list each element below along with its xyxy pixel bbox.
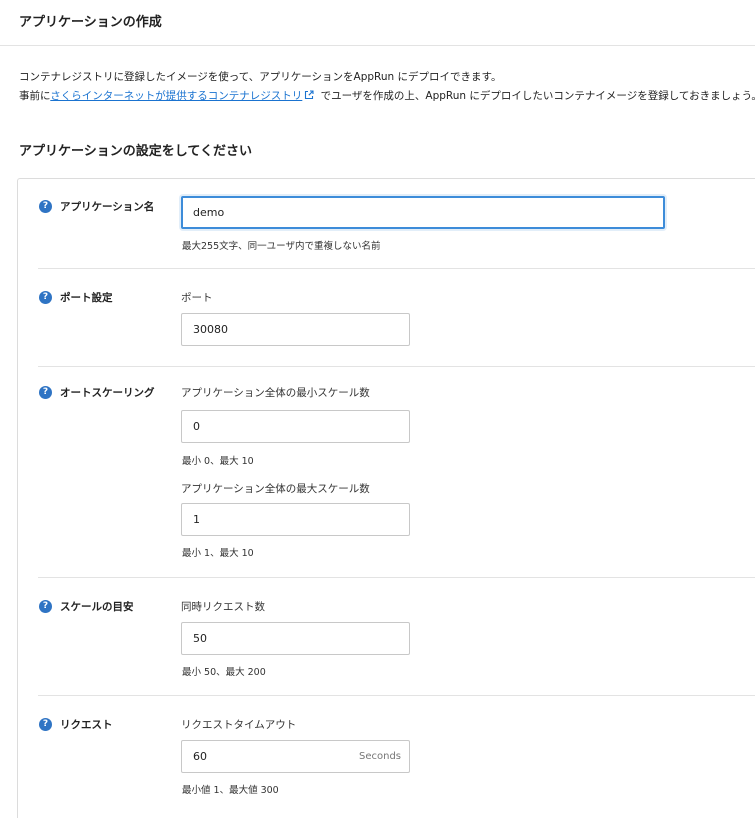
- request-timeout-label: リクエストタイムアウト: [181, 719, 297, 731]
- intro-prefix: 事前に: [19, 90, 51, 102]
- external-link-icon[interactable]: [304, 90, 314, 100]
- help-circle-icon[interactable]: ?: [39, 200, 52, 213]
- port-field-label: ポート: [181, 292, 213, 304]
- port-label: ポート設定: [60, 292, 113, 304]
- port-input[interactable]: 30080: [181, 313, 410, 346]
- page-header: アプリケーションの作成: [0, 0, 755, 46]
- intro-text: コンテナレジストリに登録したイメージを使って、アプリケーションをAppRun に…: [19, 68, 755, 106]
- intro-line-2: 事前にさくらインターネットが提供するコンテナレジストリ でユーザを作成の上、Ap…: [19, 87, 755, 106]
- section-title: アプリケーションの設定をしてください: [19, 144, 252, 159]
- container-registry-link[interactable]: さくらインターネットが提供するコンテナレジストリ: [50, 90, 302, 102]
- help-circle-icon[interactable]: ?: [39, 386, 52, 399]
- max-scale-input[interactable]: 1: [181, 503, 410, 536]
- request-row-label: ? リクエスト: [39, 717, 113, 732]
- divider: [38, 577, 755, 578]
- autoscaling-row-label: ? オートスケーリング: [39, 385, 155, 400]
- min-scale-label: アプリケーション全体の最小スケール数: [181, 387, 370, 399]
- app-name-row-label: ? アプリケーション名: [39, 199, 154, 214]
- help-circle-icon[interactable]: ?: [39, 291, 52, 304]
- intro-line-1: コンテナレジストリに登録したイメージを使って、アプリケーションをAppRun に…: [19, 71, 502, 83]
- port-row-label: ? ポート設定: [39, 290, 113, 305]
- divider: [38, 366, 755, 367]
- scale-target-row-label: ? スケールの目安: [39, 599, 134, 614]
- help-circle-icon[interactable]: ?: [39, 718, 52, 731]
- page-title: アプリケーションの作成: [19, 15, 162, 30]
- scale-target-label: スケールの目安: [60, 601, 134, 613]
- help-circle-icon[interactable]: ?: [39, 600, 52, 613]
- concurrent-requests-hint: 最小 50、最大 200: [182, 667, 266, 678]
- app-name-input[interactable]: demo: [181, 196, 665, 229]
- app-name-hint: 最大255文字、同一ユーザ内で重複しない名前: [182, 241, 381, 252]
- request-timeout-input[interactable]: 60 Seconds: [181, 740, 410, 773]
- divider: [38, 695, 755, 696]
- intro-suffix: でユーザを作成の上、AppRun にデプロイしたいコンテナイメージを登録しておき…: [317, 90, 755, 102]
- divider: [38, 268, 755, 269]
- settings-card: ? アプリケーション名 demo 最大255文字、同一ユーザ内で重複しない名前 …: [17, 178, 755, 818]
- request-timeout-hint: 最小値 1、最大値 300: [182, 785, 279, 796]
- app-name-label: アプリケーション名: [60, 201, 155, 213]
- max-scale-hint: 最小 1、最大 10: [182, 548, 254, 559]
- request-timeout-value: 60: [193, 750, 207, 763]
- seconds-unit: Seconds: [358, 751, 401, 762]
- autoscaling-label: オートスケーリング: [60, 387, 155, 399]
- request-label: リクエスト: [60, 719, 113, 731]
- max-scale-label: アプリケーション全体の最大スケール数: [181, 483, 370, 495]
- min-scale-input[interactable]: 0: [181, 410, 410, 443]
- concurrent-requests-input[interactable]: 50: [181, 622, 410, 655]
- concurrent-requests-label: 同時リクエスト数: [181, 601, 265, 613]
- min-scale-hint: 最小 0、最大 10: [182, 456, 254, 467]
